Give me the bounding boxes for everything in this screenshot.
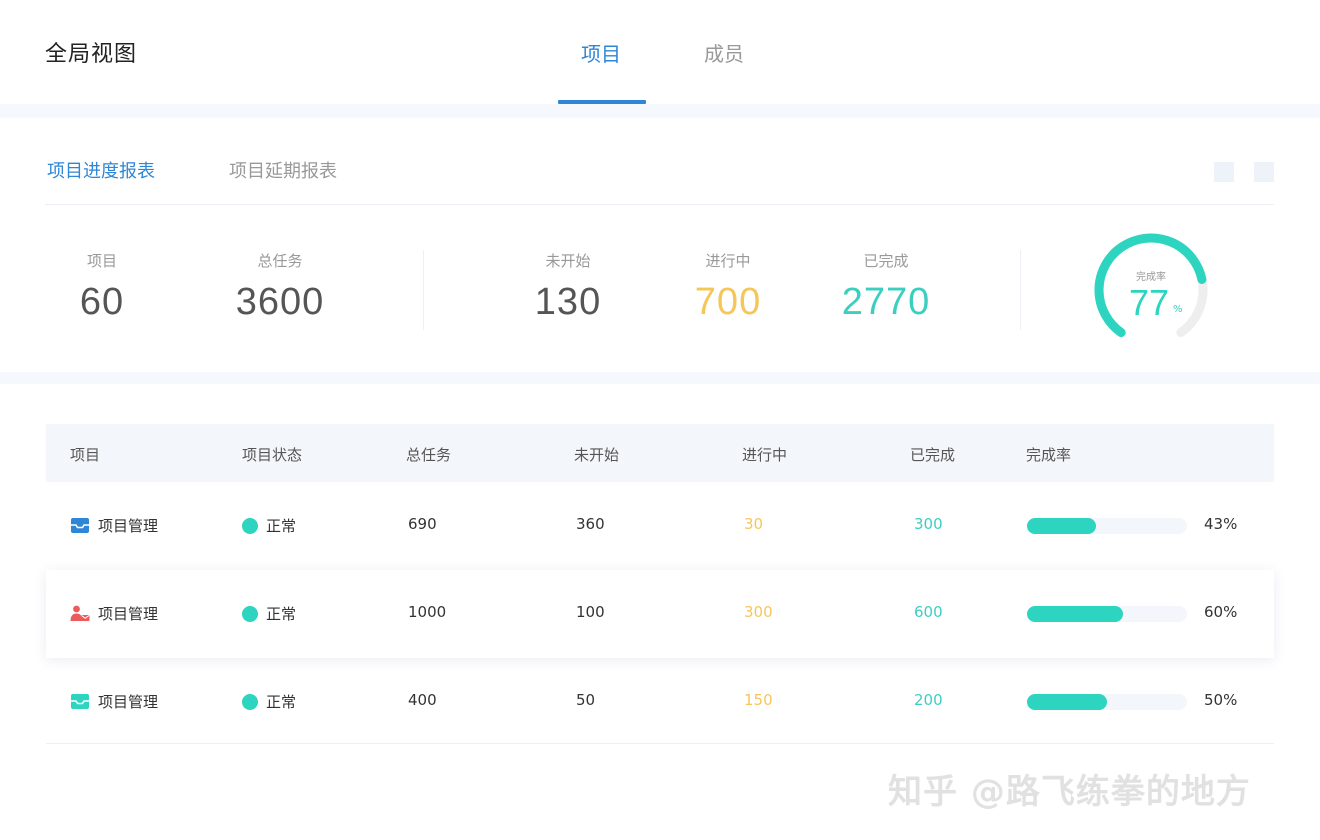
column-header: 已完成 — [910, 446, 956, 464]
completion-progress-bar — [1027, 694, 1187, 710]
completed-count: 200 — [914, 691, 943, 709]
stat-label: 总任务 — [257, 252, 303, 270]
stat-projects: 项目 60 — [22, 250, 182, 324]
stat-label: 项目 — [86, 252, 117, 270]
progress-fill — [1027, 518, 1096, 534]
completion-progress-bar — [1027, 518, 1187, 534]
panel-divider — [45, 204, 1274, 205]
stat-label: 未开始 — [545, 252, 591, 270]
status-text: 正常 — [266, 605, 297, 623]
in-progress-count: 300 — [744, 603, 773, 621]
user-mail-icon — [70, 605, 90, 621]
watermark-text: 知乎 @路飞练拳的地方 — [888, 772, 1251, 812]
column-header: 项目状态 — [242, 446, 303, 464]
stat-value: 130 — [534, 281, 602, 323]
completion-progress-bar — [1027, 606, 1187, 622]
stat-label: 已完成 — [863, 252, 909, 270]
column-header: 项目 — [70, 446, 101, 464]
gauge-label: 完成率 — [1136, 272, 1166, 283]
stat-value: 700 — [694, 281, 762, 323]
stat-separator — [1020, 250, 1021, 330]
inbox-icon — [71, 518, 89, 533]
progress-fill — [1027, 694, 1107, 710]
stat-completed: 已完成 2770 — [806, 250, 966, 324]
project-name[interactable]: 项目管理 — [98, 515, 158, 536]
completion-rate: 50% — [1204, 691, 1238, 709]
table-row[interactable]: 项目管理 正常 400 50 150 200 50% — [46, 658, 1274, 746]
status-text: 正常 — [266, 693, 297, 711]
not-started-count: 50 — [576, 691, 596, 709]
project-name[interactable]: 项目管理 — [98, 691, 158, 712]
total-tasks: 400 — [408, 691, 437, 709]
stat-in-progress: 进行中 700 — [648, 250, 808, 324]
tab-delay-report[interactable]: 项目延期报表 — [229, 157, 337, 183]
status-indicator — [242, 518, 258, 534]
total-tasks: 1000 — [408, 603, 447, 621]
page-title: 全局视图 — [45, 42, 138, 67]
tab-projects[interactable]: 项目 — [581, 38, 621, 67]
table-header: 项目 项目状态 总任务 未开始 进行中 已完成 完成率 — [46, 424, 1274, 484]
stat-value: 60 — [79, 281, 125, 323]
tab-members[interactable]: 成员 — [704, 38, 744, 67]
in-progress-count: 30 — [744, 515, 764, 533]
tab-progress-report[interactable]: 项目进度报表 — [47, 157, 155, 183]
stat-value: 2770 — [841, 281, 931, 323]
column-header: 未开始 — [574, 446, 620, 464]
completed-count: 600 — [914, 603, 943, 621]
section-divider — [0, 372, 1320, 384]
not-started-count: 360 — [576, 515, 605, 533]
table-row[interactable]: 项目管理 正常 1000 100 300 600 60% — [46, 570, 1274, 658]
table-bottom-divider — [46, 743, 1274, 744]
stat-not-started: 未开始 130 — [488, 250, 648, 324]
in-progress-count: 150 — [744, 691, 773, 709]
gauge-value: 77 — [1129, 282, 1170, 323]
completion-rate: 60% — [1204, 603, 1238, 621]
completed-count: 300 — [914, 515, 943, 533]
column-header: 进行中 — [742, 446, 788, 464]
not-started-count: 100 — [576, 603, 605, 621]
status-indicator — [242, 694, 258, 710]
stat-value: 3600 — [235, 281, 325, 323]
stat-label: 进行中 — [705, 252, 751, 270]
total-tasks: 690 — [408, 515, 437, 533]
stat-separator — [423, 250, 424, 330]
progress-fill — [1027, 606, 1123, 622]
status-indicator — [242, 606, 258, 622]
completion-rate: 43% — [1204, 515, 1238, 533]
completion-gauge: 完成率 77 % — [1085, 232, 1217, 352]
project-name[interactable]: 项目管理 — [98, 603, 158, 624]
top-header: 全局视图 项目 成员 — [0, 0, 1320, 104]
view-toggle-button[interactable] — [1214, 162, 1234, 182]
section-divider — [0, 104, 1320, 118]
inbox-icon — [71, 694, 89, 709]
table-row[interactable]: 项目管理 正常 690 360 30 300 43% — [46, 482, 1274, 570]
gauge-unit: % — [1173, 304, 1183, 315]
column-header: 完成率 — [1026, 446, 1072, 464]
view-toggle-button[interactable] — [1254, 162, 1274, 182]
status-text: 正常 — [266, 517, 297, 535]
stat-total-tasks: 总任务 3600 — [200, 250, 360, 324]
column-header: 总任务 — [406, 446, 452, 464]
